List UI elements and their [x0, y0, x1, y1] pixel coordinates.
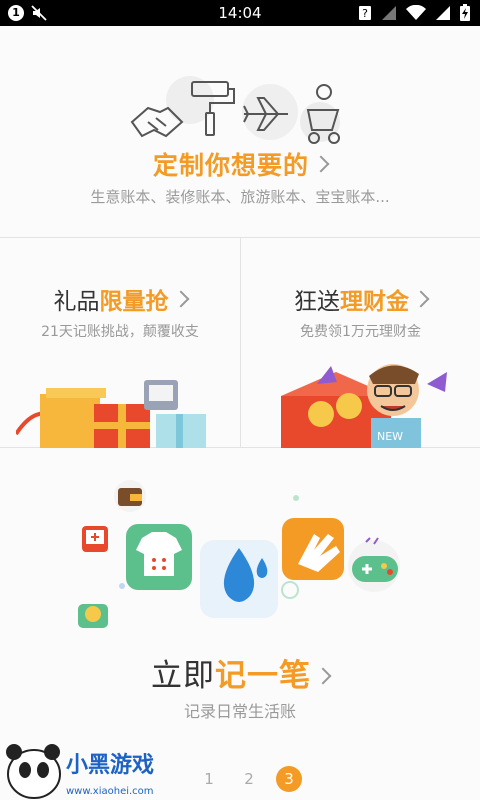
sim-unknown-icon: ? [359, 5, 371, 20]
custom-books-illustration [130, 76, 340, 144]
gift-promo-subtitle: 21天记账挑战，颠覆收支 [41, 324, 199, 340]
chevron-right-icon [314, 667, 332, 685]
gift-promo-title: 礼品限量抢 [0, 282, 240, 316]
record-subtitle: 记录日常生活账 [183, 702, 296, 721]
custom-books-subtitle: 生意账本、装修账本、旅游账本、宝宝账本... [90, 188, 390, 206]
wifi-icon [406, 4, 426, 20]
record-title: 立即记一笔 [0, 650, 480, 695]
first-aid-icon [82, 526, 108, 552]
app-screen: 1 14:04 ? 定制你想要的 生意账本、装修账本、旅游账本、宝宝账本... … [0, 0, 480, 800]
gift-boxes-illustration [16, 380, 206, 448]
category-icons-illustration [78, 480, 400, 628]
cash-promo-card[interactable]: 狂送理财金 免费领1万元理财金 NEW [240, 238, 480, 448]
promo-row: 礼品限量抢 21天记账挑战，颠覆收支 狂送理财金 免费领1万元理财金 NEW [0, 238, 480, 448]
custom-books-card[interactable]: 定制你想要的 生意账本、装修账本、旅游账本、宝宝账本... [0, 26, 480, 238]
chevron-right-icon [412, 290, 430, 308]
wallet-icon [114, 480, 146, 512]
hand-gesture-icon [282, 518, 344, 580]
status-bar: 1 14:04 ? [0, 0, 480, 26]
battery-charging-icon [460, 4, 470, 21]
signal-icon-2 [436, 5, 450, 20]
chevron-right-icon [172, 290, 189, 308]
page-dot-2[interactable]: 2 [236, 766, 262, 792]
water-drop-icon [200, 540, 278, 618]
signal-icon [382, 5, 396, 20]
cash-promo-subtitle: 免费领1万元理财金 [300, 324, 421, 340]
svg-text:?: ? [362, 7, 368, 20]
clothing-icon [126, 524, 192, 590]
movie-icon [78, 604, 108, 628]
chevron-right-icon [312, 155, 330, 173]
custom-books-title: 定制你想要的 [0, 146, 480, 182]
cash-promo-title: 狂送理财金 [241, 282, 480, 316]
new-badge: NEW [377, 430, 403, 443]
xiaohei-watermark-logo: 小黑游戏 www.xiaohei.com [6, 744, 154, 799]
gift-promo-card[interactable]: 礼品限量抢 21天记账挑战，颠覆收支 [0, 238, 240, 448]
svg-text:小黑游戏: 小黑游戏 [66, 752, 154, 778]
gamepad-icon [348, 537, 400, 592]
page-dot-3[interactable]: 3 [276, 766, 302, 792]
svg-text:www.xiaohei.com: www.xiaohei.com [66, 786, 154, 797]
cash-envelope-illustration: NEW [281, 364, 447, 448]
page-indicator: 1 2 3 [196, 766, 302, 792]
